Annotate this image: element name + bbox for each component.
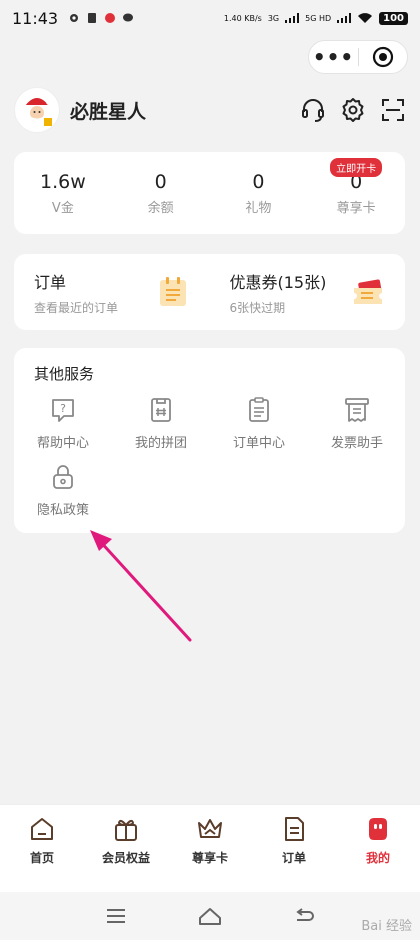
profile-header: 必胜星人 bbox=[14, 86, 406, 134]
settings-status-icon bbox=[70, 14, 79, 22]
wifi-icon bbox=[358, 13, 373, 23]
avatar[interactable] bbox=[14, 87, 60, 133]
service-label: 订单中心 bbox=[232, 436, 285, 451]
svg-text:?: ? bbox=[60, 402, 66, 415]
gift-icon bbox=[115, 819, 137, 841]
more-menu-button[interactable]: ••• bbox=[309, 40, 358, 74]
signal-3g: 3G bbox=[267, 13, 280, 23]
help-icon: ? bbox=[52, 399, 74, 422]
stat-label: 尊享卡 bbox=[336, 200, 376, 216]
coupons-title: 优惠券(15张) bbox=[229, 272, 327, 292]
app-status-icon bbox=[105, 13, 116, 23]
open-card-badge[interactable]: 立即开卡 bbox=[330, 158, 383, 177]
home-nav-icon[interactable] bbox=[198, 906, 222, 926]
service-group-buy[interactable]: 我的拼团 bbox=[112, 396, 210, 451]
miniprogram-capsule: ••• bbox=[308, 40, 408, 74]
chat-status-icon bbox=[123, 13, 134, 22]
mine-icon bbox=[369, 818, 387, 840]
status-notification-icons bbox=[68, 12, 134, 24]
stat-label: V金 bbox=[51, 200, 74, 216]
tab-label: 订单 bbox=[281, 851, 306, 865]
service-label: 隐私政策 bbox=[36, 503, 89, 518]
header-actions bbox=[300, 97, 406, 123]
lock-icon bbox=[53, 465, 73, 489]
signal-bars-icon bbox=[337, 13, 352, 23]
group-buy-icon bbox=[151, 398, 171, 422]
services-title: 其他服务 bbox=[34, 365, 95, 383]
username: 必胜星人 bbox=[70, 100, 147, 123]
coupons-entry[interactable]: 优惠券(15张) 6张快过期 bbox=[210, 254, 406, 330]
stat-value: 1.6w bbox=[39, 170, 86, 193]
crown-icon bbox=[198, 819, 222, 838]
net-speed: 1.40 KB/s bbox=[223, 13, 262, 23]
battery-level: 100 bbox=[379, 11, 408, 25]
back-nav-icon[interactable] bbox=[293, 907, 315, 925]
tab-label: 尊享卡 bbox=[191, 851, 228, 865]
tab-label: 会员权益 bbox=[101, 851, 150, 865]
orders-title: 订单 bbox=[34, 272, 67, 292]
coupon-ticket-icon bbox=[354, 279, 382, 304]
orders-coupons-card: 订单 查看最近的订单 优惠券(15张) 6张快过期 bbox=[14, 254, 405, 330]
order-icon bbox=[285, 817, 304, 841]
system-nav-bar: Bai 经验 bbox=[0, 892, 420, 940]
service-label: 发票助手 bbox=[330, 436, 383, 451]
tab-vip-card[interactable]: 尊享卡 bbox=[168, 805, 252, 892]
tab-orders[interactable]: 订单 bbox=[252, 805, 336, 892]
stat-gifts[interactable]: 0 礼物 bbox=[210, 152, 308, 234]
stat-value: 0 bbox=[154, 170, 167, 193]
invoice-icon bbox=[345, 398, 369, 422]
stat-v-coins[interactable]: 1.6w V金 bbox=[14, 152, 112, 234]
service-label: 我的拼团 bbox=[134, 436, 187, 451]
coupons-subtitle: 6张快过期 bbox=[229, 300, 286, 315]
service-label: 帮助中心 bbox=[36, 436, 89, 451]
signal-bars-icon bbox=[285, 13, 300, 23]
service-invoice-assistant[interactable]: 发票助手 bbox=[308, 396, 406, 451]
tab-label: 首页 bbox=[29, 851, 54, 865]
order-clipboard-icon bbox=[159, 277, 186, 306]
watermark: Bai 经验 bbox=[361, 919, 412, 934]
service-privacy-policy[interactable]: 隐私政策 bbox=[14, 463, 112, 518]
order-center-icon bbox=[249, 397, 269, 422]
stat-label: 礼物 bbox=[245, 200, 272, 216]
status-time: 11:43 bbox=[12, 8, 59, 28]
status-right: 1.40 KB/s 3G 5G HD 100 bbox=[223, 11, 408, 25]
orders-entry[interactable]: 订单 查看最近的订单 bbox=[14, 254, 210, 330]
settings-button[interactable] bbox=[340, 97, 366, 123]
stat-value: 0 bbox=[252, 170, 265, 193]
scan-button[interactable] bbox=[380, 97, 406, 123]
customer-service-button[interactable] bbox=[300, 97, 326, 123]
stat-balance[interactable]: 0 余额 bbox=[112, 152, 210, 234]
scan-icon bbox=[382, 99, 404, 121]
home-icon bbox=[31, 818, 53, 840]
close-miniprogram-button[interactable] bbox=[359, 46, 407, 68]
santa-avatar-icon bbox=[24, 98, 52, 126]
stat-label: 余额 bbox=[147, 200, 174, 216]
tab-member-benefits[interactable]: 会员权益 bbox=[84, 805, 168, 892]
tab-home[interactable]: 首页 bbox=[0, 805, 84, 892]
stat-vip-card[interactable]: 立即开卡 0 尊享卡 bbox=[307, 152, 405, 234]
tab-label: 我的 bbox=[365, 851, 390, 865]
signal-5g: 5G HD bbox=[305, 13, 332, 23]
bottom-tab-bar: 首页 会员权益 尊享卡 订单 我的 bbox=[0, 804, 420, 892]
tab-mine[interactable]: 我的 bbox=[336, 805, 420, 892]
service-order-center[interactable]: 订单中心 bbox=[210, 396, 308, 451]
service-help-center[interactable]: ? 帮助中心 bbox=[14, 396, 112, 451]
assets-card: 1.6w V金 0 余额 0 礼物 立即开卡 0 尊享卡 bbox=[14, 152, 405, 234]
status-bar: 11:43 1.40 KB/s 3G 5G HD 100 bbox=[0, 0, 420, 36]
gear-icon bbox=[342, 98, 364, 122]
clipboard-status-icon bbox=[88, 13, 97, 23]
menu-nav-icon[interactable] bbox=[105, 907, 127, 925]
other-services-card: 其他服务 ? 帮助中心 我的拼团 订单中心 发票助手 隐私政策 bbox=[14, 348, 405, 533]
target-icon bbox=[372, 46, 394, 68]
orders-subtitle: 查看最近的订单 bbox=[34, 300, 119, 315]
annotation-arrow-icon bbox=[90, 530, 192, 642]
headset-icon bbox=[302, 99, 324, 122]
